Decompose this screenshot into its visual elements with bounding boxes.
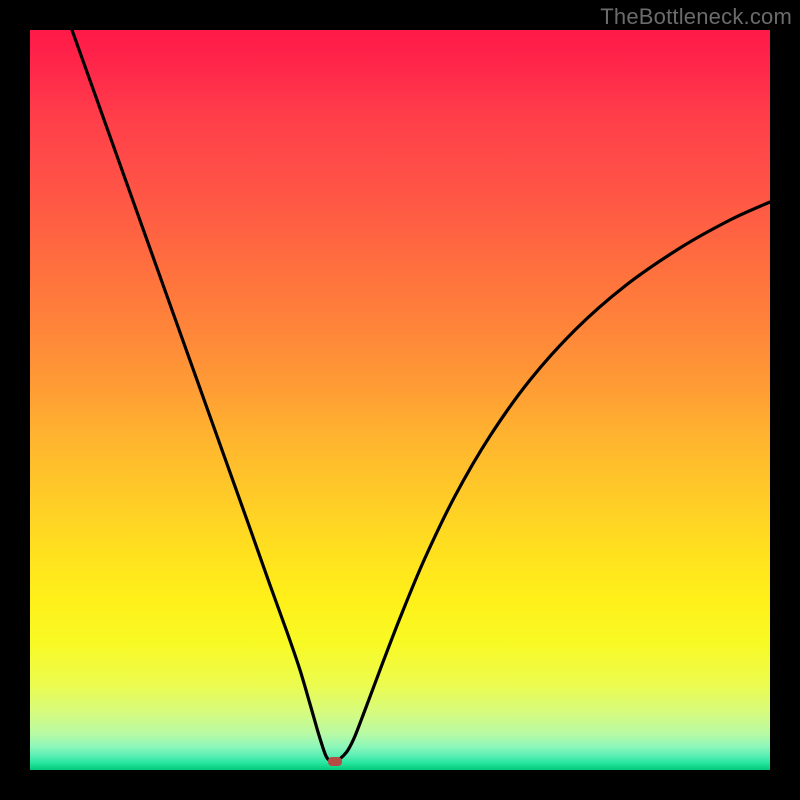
curve-layer <box>30 30 770 770</box>
bottleneck-curve-path <box>72 30 770 761</box>
minimum-marker <box>328 757 342 766</box>
chart-frame: TheBottleneck.com <box>0 0 800 800</box>
attribution-label: TheBottleneck.com <box>600 4 792 30</box>
plot-area <box>30 30 770 770</box>
